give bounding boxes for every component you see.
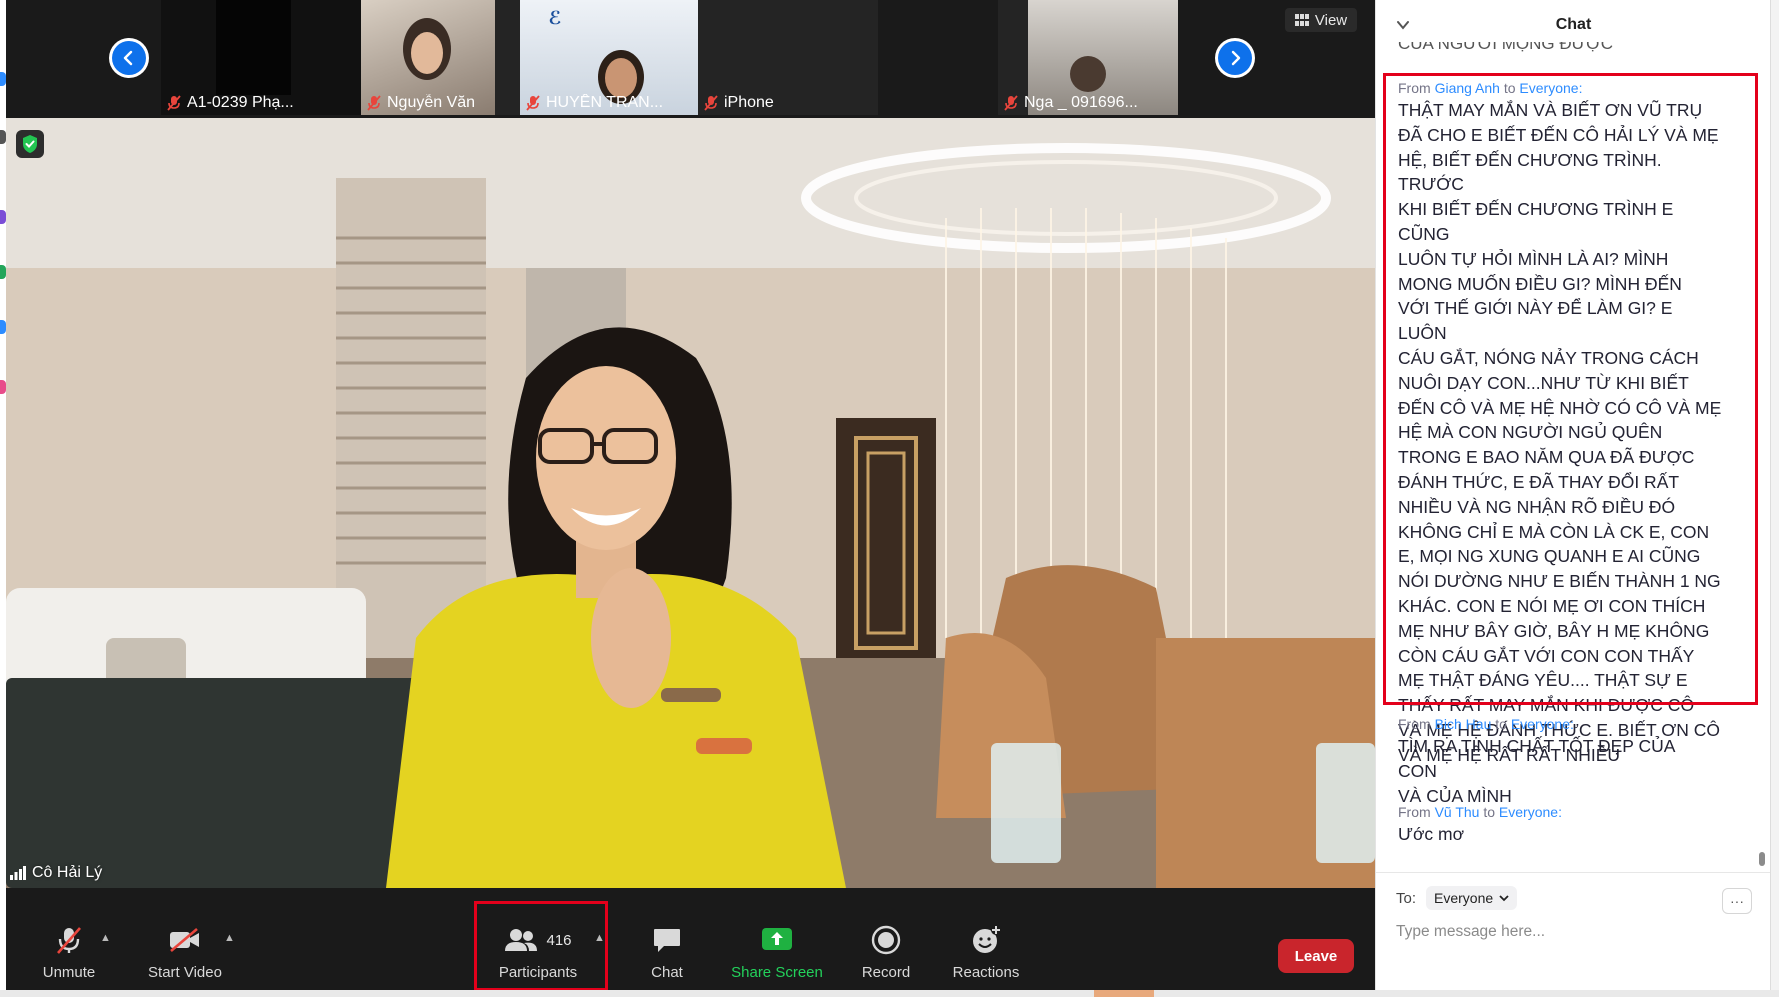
taskbar-indicator [1094, 990, 1154, 997]
previous-message-text: CỦA NGƯỜI MỘNG ĐƯỢC [1398, 42, 1613, 53]
chevron-down-icon[interactable] [1396, 18, 1410, 32]
message-text: TÌM RA TINH CHẤT TỐT ĐẸP CỦA CON VÀ CỦA … [1398, 736, 1675, 806]
message-highlight-box [1383, 73, 1758, 705]
security-shield-icon[interactable] [16, 130, 44, 158]
participant-name: HUYỀN TRAN... [546, 94, 664, 111]
window-right-edge [1770, 0, 1779, 997]
participant-tile[interactable]: Nga _ 091696... [998, 0, 1178, 115]
message-text: Ước mơ [1398, 824, 1465, 844]
recipient-name: Everyone: [1510, 716, 1574, 732]
participant-name: Nga _ 091696... [1024, 94, 1138, 111]
to-word: to [1495, 716, 1507, 732]
share-screen-icon [762, 928, 792, 950]
microphone-muted-icon [704, 95, 718, 111]
participant-name: iPhone [724, 94, 774, 111]
from-label: From [1398, 716, 1431, 732]
shield-check-icon [23, 135, 37, 153]
to-word: to [1483, 804, 1496, 820]
start-video-label: Start Video [148, 964, 222, 981]
next-page-button[interactable] [1215, 38, 1255, 78]
unmute-label: Unmute [42, 964, 96, 981]
view-button[interactable]: View [1285, 8, 1357, 32]
leave-button[interactable]: Leave [1278, 939, 1354, 973]
reactions-label: Reactions [952, 964, 1020, 981]
chat-divider [1376, 872, 1771, 873]
recipient-value: Everyone [1434, 890, 1494, 906]
message-header: From Vũ Thu to Everyone: [1398, 804, 1718, 820]
participant-name: Nguyễn Văn [387, 94, 476, 111]
video-camera-off-icon [170, 928, 199, 952]
emoji-plus-icon [973, 925, 1001, 953]
meeting-window: A1-0239 Phạ... Nguyễn Văn ℰ HUYỀN TRAN..… [0, 0, 1375, 997]
chat-message: From Vũ Thu to Everyone: Ước mơ [1398, 804, 1718, 847]
to-label: To: [1396, 889, 1417, 907]
speaker-video-image [6, 118, 1375, 888]
grid-icon [1294, 14, 1309, 26]
record-button[interactable]: Record [831, 924, 941, 984]
microphone-muted-icon [1004, 95, 1018, 111]
more-options-button[interactable]: ··· [1722, 888, 1752, 914]
microphone-muted-icon [367, 95, 381, 111]
sender-name[interactable]: Bich Hau [1435, 716, 1492, 732]
audio-options-caret[interactable]: ▲ [100, 932, 111, 944]
microphone-muted-icon [526, 95, 540, 111]
participant-tile[interactable]: ℰ HUYỀN TRAN... [520, 0, 698, 115]
from-label: From [1398, 804, 1431, 820]
participants-highlight-box [474, 901, 608, 991]
chat-label: Chat [651, 964, 683, 981]
reactions-button[interactable]: Reactions [931, 924, 1041, 984]
window-left-edge [0, 0, 6, 997]
record-label: Record [861, 964, 911, 981]
share-screen-button[interactable]: Share Screen [722, 924, 832, 984]
chevron-down-icon [1499, 895, 1509, 902]
view-button-label: View [1314, 11, 1348, 29]
chat-button[interactable]: Chat [612, 924, 722, 984]
recipient-row: To: Everyone [1396, 886, 1518, 910]
chat-bubble-icon [654, 929, 680, 952]
speaker-name-label: Cô Hải Lý [10, 864, 102, 882]
share-screen-label: Share Screen [731, 964, 823, 981]
previous-message-fragment: CỦA NGƯỜI MỘNG ĐƯỢC [1398, 42, 1698, 54]
sender-name[interactable]: Vũ Thu [1435, 804, 1480, 820]
main-speaker-video: Cô Hải Lý [6, 118, 1375, 888]
message-input[interactable] [1396, 923, 1736, 941]
taskbar-strip [0, 990, 1779, 997]
speaker-name: Cô Hải Lý [32, 864, 103, 881]
participant-tile[interactable]: A1-0239 Phạ... [161, 0, 361, 115]
recipient-dropdown[interactable]: Everyone [1426, 886, 1518, 910]
meeting-toolbar: Unmute ▲ Start Video ▲ 416 Participants … [6, 888, 1375, 994]
chat-message: From Bich Hau to Everyone: TÌM RA TINH C… [1398, 716, 1718, 808]
participant-strip: A1-0239 Phạ... Nguyễn Văn ℰ HUYỀN TRAN..… [6, 0, 1375, 118]
message-header: From Bich Hau to Everyone: [1398, 716, 1718, 732]
participant-tile[interactable]: iPhone [698, 0, 878, 115]
video-options-caret[interactable]: ▲ [224, 932, 235, 944]
chevron-right-icon [1231, 50, 1241, 66]
signal-strength-icon [10, 866, 26, 880]
chat-title: Chat [1555, 16, 1592, 33]
microphone-muted-icon [167, 95, 181, 111]
participant-name: A1-0239 Phạ... [187, 94, 294, 111]
recipient-name: Everyone: [1498, 804, 1562, 820]
previous-page-button[interactable] [109, 38, 149, 78]
chevron-left-icon [123, 50, 133, 66]
record-icon [871, 925, 901, 955]
chat-scrollbar[interactable] [1759, 852, 1765, 866]
microphone-muted-icon [57, 927, 81, 954]
